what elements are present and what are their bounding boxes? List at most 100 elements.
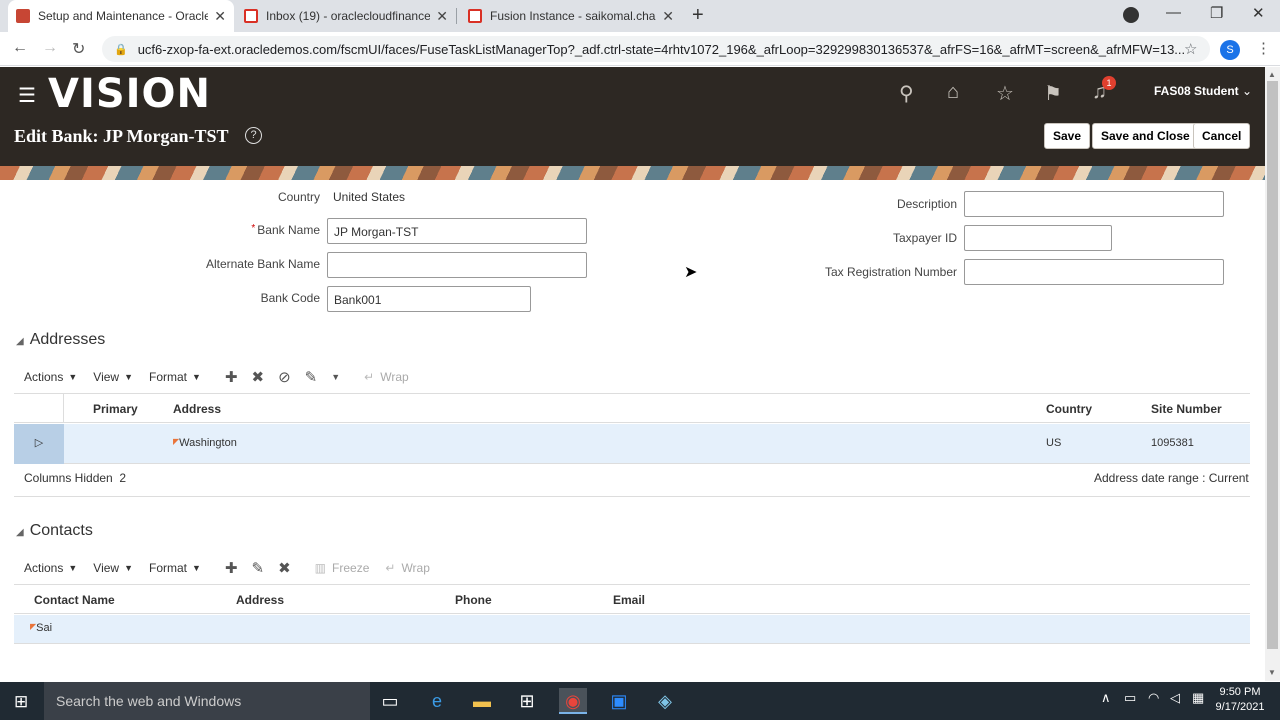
freeze-button[interactable]: Freeze (332, 561, 369, 575)
actions-label: Actions (24, 561, 64, 575)
save-and-close-button[interactable]: Save and Close (1092, 123, 1199, 149)
close-icon[interactable]: ✕ (214, 8, 226, 25)
format-menu[interactable]: Format ▼ (149, 370, 201, 384)
favorites-star-icon[interactable]: ☆ (996, 81, 1014, 106)
expand-row-icon[interactable]: ▷ (14, 424, 64, 464)
wrap-button[interactable]: Wrap (401, 561, 429, 575)
edit-pencil-icon[interactable]: ✎ (252, 559, 265, 577)
alternate-bank-name-field[interactable] (327, 252, 587, 278)
add-icon[interactable]: ✚ (225, 368, 238, 386)
store-icon[interactable]: ⊞ (513, 688, 541, 714)
minimize-icon[interactable]: — (1166, 4, 1181, 21)
view-menu[interactable]: View ▼ (93, 561, 133, 575)
wrap-button[interactable]: Wrap (380, 370, 408, 384)
cancel-button[interactable]: Cancel (1193, 123, 1251, 149)
back-arrow-icon[interactable]: ← (12, 39, 28, 57)
scroll-down-arrow-icon[interactable]: ▼ (1268, 668, 1276, 677)
gmail-favicon-icon (468, 9, 482, 23)
column-header-address[interactable]: Address (236, 593, 284, 607)
profile-avatar[interactable]: S (1220, 40, 1240, 60)
save-button[interactable]: Save (1044, 123, 1091, 149)
column-header-phone[interactable]: Phone (455, 593, 492, 607)
scrollbar-thumb[interactable] (1267, 81, 1278, 649)
view-menu[interactable]: View ▼ (93, 370, 133, 384)
file-explorer-icon[interactable]: ▬ (468, 688, 496, 714)
home-icon[interactable]: ⌂ (947, 81, 959, 104)
taskbar-search-box[interactable]: Search the web and Windows (44, 682, 370, 720)
description-label: Description (896, 197, 957, 211)
collapse-triangle-icon[interactable]: ◢ (16, 336, 24, 347)
column-header-country[interactable]: Country (1046, 402, 1092, 416)
zoom-app-icon[interactable]: ▣ (605, 688, 633, 714)
columns-hidden-count: 2 (119, 471, 127, 485)
forward-arrow-icon[interactable]: → (42, 39, 58, 57)
close-icon[interactable]: ✕ (662, 8, 674, 25)
task-view-icon[interactable]: ▭ (376, 688, 404, 714)
wifi-icon[interactable]: ◠ (1148, 690, 1159, 706)
tab-search-icon[interactable] (1123, 7, 1139, 23)
collapse-triangle-icon[interactable]: ◢ (16, 527, 24, 538)
contacts-section-header[interactable]: ◢ Contacts (16, 522, 93, 540)
taxpayer-id-label: Taxpayer ID (892, 231, 957, 245)
column-header-address[interactable]: Address (173, 402, 221, 416)
close-icon[interactable]: ✕ (436, 8, 448, 25)
flag-icon[interactable]: ⚑ (1044, 81, 1062, 106)
chrome-icon[interactable]: ◉ (559, 688, 587, 714)
edge-browser-icon[interactable]: e (423, 688, 451, 714)
volume-icon[interactable]: ◁ (1170, 690, 1180, 706)
clock-time: 9:50 PM (1219, 686, 1261, 698)
browser-tab[interactable]: Inbox (19) - oraclecloudfinancetr ✕ (236, 0, 456, 32)
description-field[interactable] (964, 191, 1224, 217)
dropdown-arrow-icon: ▼ (192, 372, 201, 382)
bookmark-star-icon[interactable]: ☆ (1184, 40, 1197, 58)
system-clock[interactable]: 9:50 PM 9/17/2021 (1210, 685, 1270, 715)
delete-icon[interactable]: ✖ (252, 368, 265, 386)
add-icon[interactable]: ✚ (225, 559, 238, 577)
cell-contact-name[interactable]: ◤Sai (30, 622, 52, 634)
browser-menu-icon[interactable]: ⋮ (1256, 39, 1271, 57)
browser-tab[interactable]: Fusion Instance - saikomal.chana ✕ (460, 0, 682, 32)
window-close-icon[interactable]: ✕ (1252, 4, 1265, 22)
vertical-scrollbar[interactable]: ▲ ▼ (1265, 67, 1280, 681)
app-icon[interactable]: ◈ (651, 688, 679, 714)
section-title: Addresses (29, 331, 106, 348)
edit-pencil-icon[interactable]: ✎ (305, 368, 318, 386)
column-header-site-number[interactable]: Site Number (1151, 402, 1222, 416)
taxpayer-id-field[interactable] (964, 225, 1112, 251)
addresses-section-header[interactable]: ◢ Addresses (16, 331, 105, 349)
keyboard-icon[interactable]: ▦ (1192, 690, 1204, 706)
help-icon[interactable]: ? (245, 127, 262, 144)
tax-registration-number-field[interactable] (964, 259, 1224, 285)
format-menu[interactable]: Format ▼ (149, 561, 201, 575)
new-tab-button[interactable]: + (692, 4, 704, 27)
hamburger-menu-icon[interactable]: ☰ (18, 83, 36, 108)
maximize-icon[interactable]: ❐ (1210, 4, 1223, 22)
bank-name-field[interactable]: JP Morgan-TST (327, 218, 587, 244)
url-bar[interactable]: 🔒 ucf6-zxop-fa-ext.oracledemos.com/fscmU… (102, 36, 1210, 62)
windows-start-icon[interactable]: ⊞ (14, 692, 28, 712)
scroll-up-arrow-icon[interactable]: ▲ (1268, 70, 1276, 79)
actions-menu[interactable]: Actions ▼ (24, 561, 77, 575)
reload-icon[interactable]: ↻ (72, 39, 85, 59)
table-row[interactable]: ◤Sai (14, 615, 1250, 644)
dropdown-arrow-icon[interactable]: ▼ (331, 372, 340, 382)
column-header-email[interactable]: Email (613, 593, 645, 607)
delete-icon[interactable]: ✖ (278, 559, 291, 577)
browser-tab[interactable]: Setup and Maintenance - Oracle ✕ (8, 0, 234, 32)
check-circle-icon[interactable]: ⊘ (278, 368, 291, 386)
search-icon[interactable]: ⚲ (899, 81, 914, 106)
freeze-icon: ▥ (314, 561, 327, 575)
bank-code-field[interactable]: Bank001 (327, 286, 531, 312)
actions-menu[interactable]: Actions ▼ (24, 370, 77, 384)
cell-contact-name-text: Sai (36, 622, 53, 634)
dropdown-arrow-icon: ▼ (124, 563, 133, 573)
column-header-primary[interactable]: Primary (93, 402, 138, 416)
tray-chevron-icon[interactable]: ∧ (1101, 690, 1111, 706)
column-header-contact-name[interactable]: Contact Name (34, 593, 115, 607)
columns-hidden-label: Columns Hidden (24, 471, 113, 485)
battery-icon[interactable]: ▭ (1124, 690, 1136, 706)
user-name: FAS08 Student (1154, 84, 1239, 98)
user-menu[interactable]: FAS08 Student ⌄ (1154, 84, 1252, 98)
table-row[interactable]: ▷ ◤Washington US 1095381 (14, 424, 1250, 464)
cell-address[interactable]: ◤Washington (173, 437, 237, 449)
